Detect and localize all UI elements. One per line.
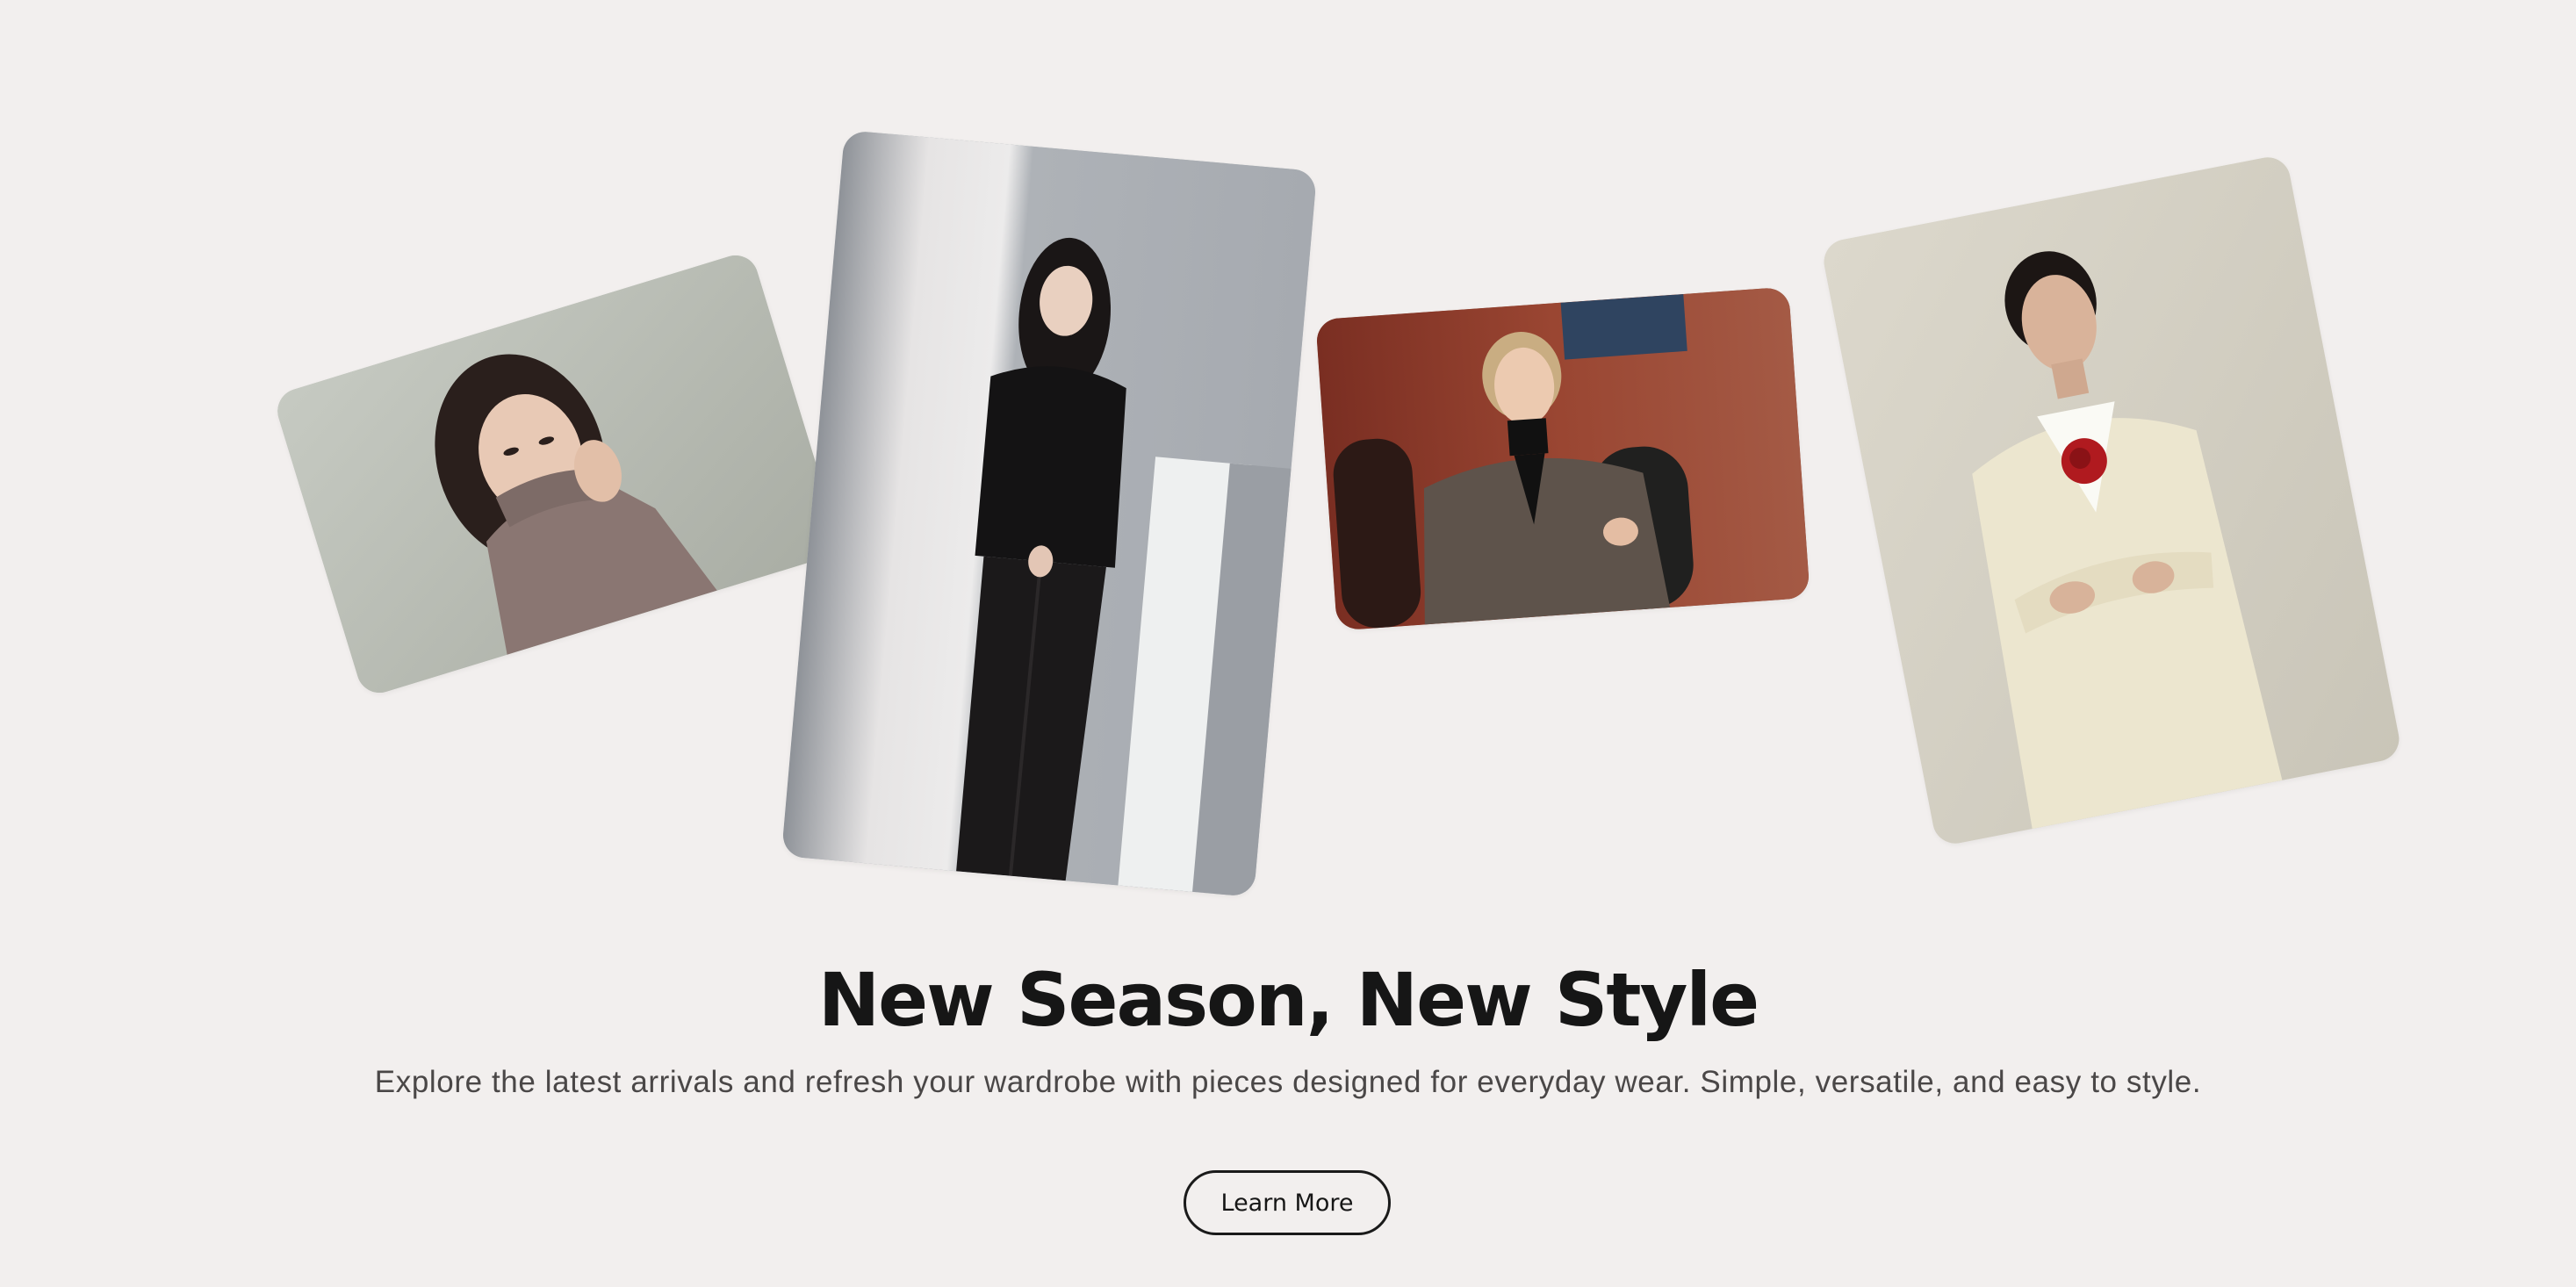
gallery-photo-leather-suit: [781, 130, 1318, 897]
hero-headline: New Season, New Style: [817, 957, 1759, 1043]
hero-subheadline: Explore the latest arrivals and refresh …: [374, 1065, 2202, 1099]
learn-more-button[interactable]: Learn More: [1184, 1170, 1391, 1235]
gallery-photo-cream-suit: [1820, 153, 2403, 848]
gallery-photo-brown-blazer: [1315, 286, 1810, 631]
photo-turtleneck-image: [271, 249, 844, 699]
photo-cream-suit-image: [1820, 153, 2403, 848]
gallery-photo-turtleneck: [271, 249, 844, 699]
photo-leather-suit-image: [781, 130, 1318, 897]
photo-brown-blazer-image: [1315, 286, 1810, 631]
hero-section: New Season, New Style Explore the latest…: [0, 0, 2576, 1287]
